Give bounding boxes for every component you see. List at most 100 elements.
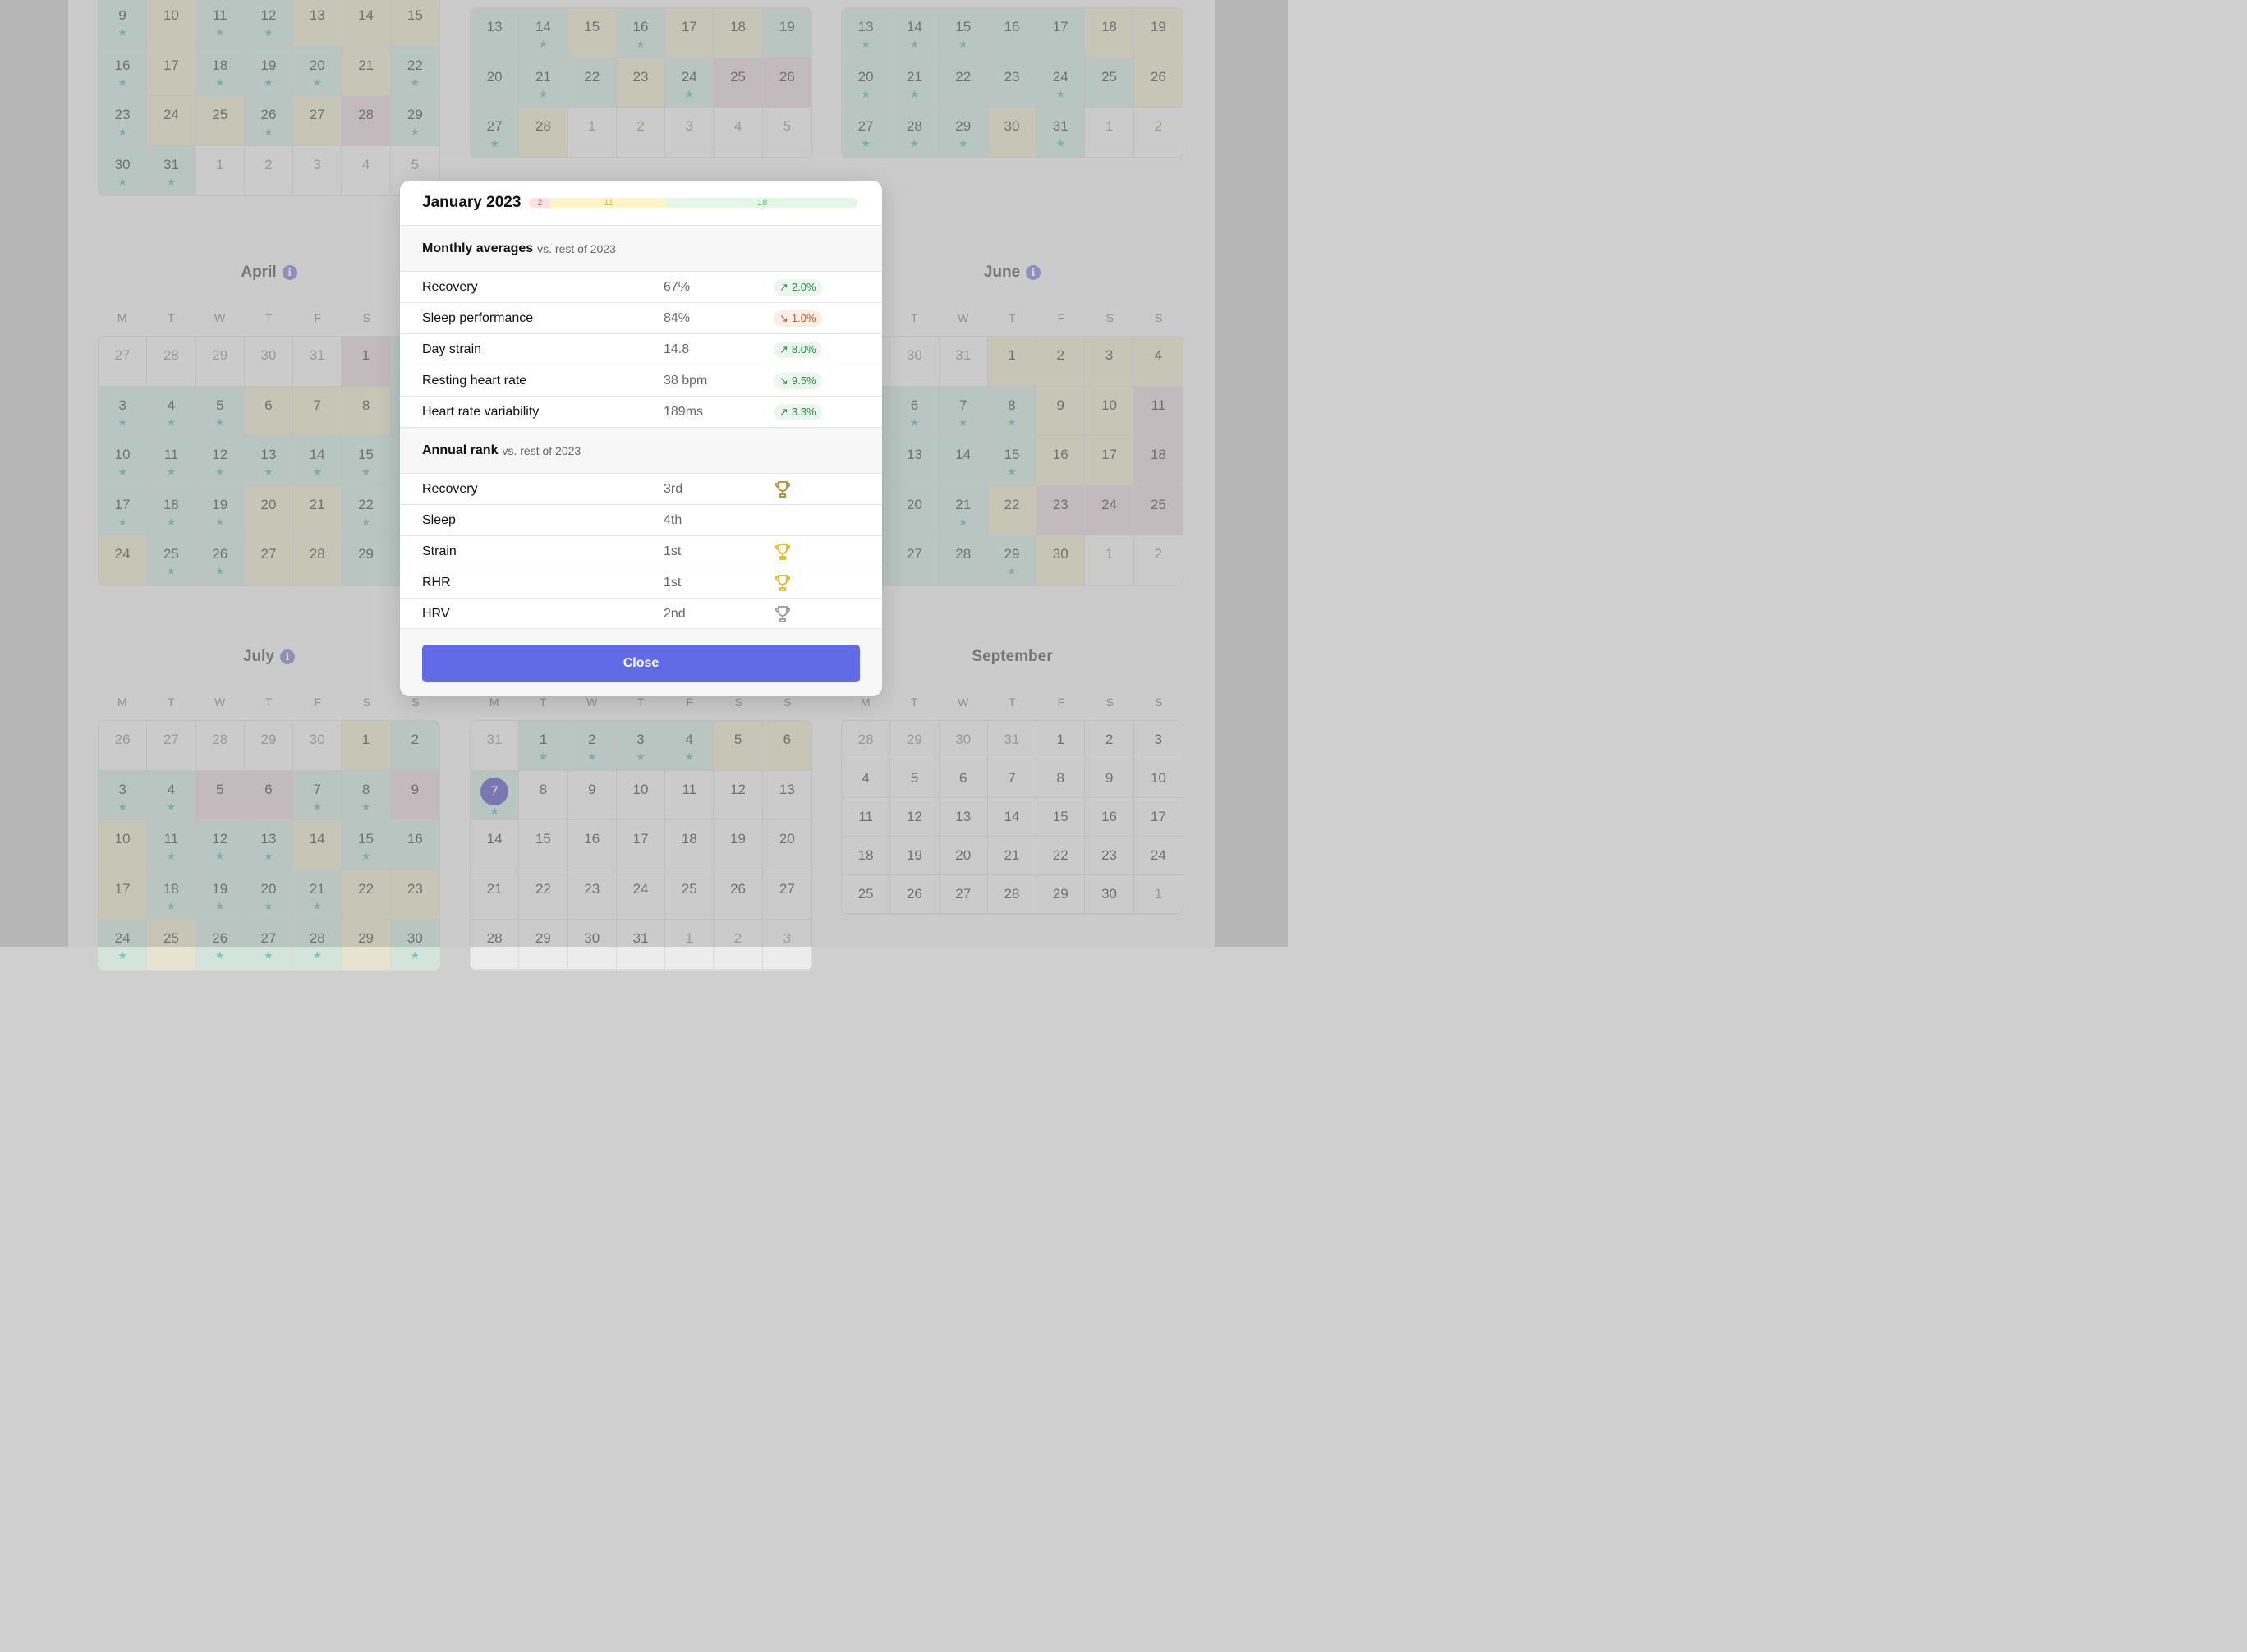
day-cell[interactable]: 24 (1133, 837, 1183, 875)
day-cell[interactable]: 1 ★ (519, 721, 568, 771)
day-cell[interactable]: 16 (567, 820, 617, 870)
day-cell[interactable]: 3 (762, 920, 811, 970)
day-cell[interactable]: 9 (567, 770, 617, 820)
day-cell[interactable]: 26 ★ (195, 920, 245, 970)
day-cell[interactable]: 3 ★ (616, 721, 666, 771)
day-cell[interactable]: 13 ★ (244, 820, 294, 870)
day-cell[interactable]: 18 ★ (147, 870, 196, 920)
day-cell[interactable]: 24 ★ (99, 920, 148, 970)
day-cell[interactable]: 21 (471, 870, 520, 920)
day-cell[interactable]: 30 (567, 920, 617, 970)
day-cell[interactable]: 26 (99, 721, 148, 771)
day-cell[interactable]: 25 (842, 875, 891, 914)
day-cell[interactable]: 19 ★ (195, 870, 245, 920)
day-cell[interactable]: 20 (939, 837, 988, 875)
day-cell[interactable]: 11 ★ (147, 820, 196, 870)
day-cell[interactable]: 5 (195, 770, 245, 820)
info-icon[interactable]: i (280, 649, 296, 664)
day-cell[interactable]: 18 (842, 837, 891, 875)
day-cell[interactable]: 27 (147, 721, 196, 771)
day-cell[interactable]: 16 (390, 820, 439, 870)
day-cell[interactable]: 7 ★ (293, 770, 342, 820)
day-cell[interactable]: 11 (665, 770, 715, 820)
day-cell[interactable]: 14 (293, 820, 342, 870)
day-cell[interactable]: 2 (390, 721, 439, 771)
day-cell[interactable]: 29 (342, 920, 391, 970)
day-cell[interactable]: 25 (147, 920, 196, 970)
day-cell[interactable]: 7 (987, 759, 1037, 798)
day-cell[interactable]: 31 (616, 920, 666, 970)
day-cell[interactable]: 28 (195, 721, 245, 771)
day-cell[interactable]: 23 (567, 870, 617, 920)
day-cell[interactable]: 8 (1036, 759, 1086, 798)
day-cell[interactable]: 25 (665, 870, 715, 920)
day-cell[interactable]: 22 (519, 870, 568, 920)
day-cell[interactable]: 15 (519, 820, 568, 870)
day-cell[interactable]: 31 (987, 721, 1037, 759)
day-cell[interactable]: 15 (1036, 798, 1086, 837)
day-cell[interactable]: 31 (471, 721, 520, 771)
day-cell[interactable]: 7 ★ (471, 770, 520, 820)
day-cell[interactable]: 6 (939, 759, 988, 798)
day-cell[interactable]: 1 (1036, 721, 1086, 759)
day-cell[interactable]: 12 (890, 798, 940, 837)
day-cell[interactable]: 28 (842, 721, 891, 759)
day-cell[interactable]: 17 (616, 820, 666, 870)
day-cell[interactable]: 13 (939, 798, 988, 837)
day-cell[interactable]: 17 (99, 870, 148, 920)
day-cell[interactable]: 10 (616, 770, 666, 820)
day-cell[interactable]: 30 (1085, 875, 1134, 914)
day-cell[interactable]: 22 (342, 870, 391, 920)
day-cell[interactable]: 23 (390, 870, 439, 920)
day-cell[interactable]: 28 (471, 920, 520, 970)
day-cell[interactable]: 24 (616, 870, 666, 920)
day-cell[interactable]: 27 (762, 870, 811, 920)
day-cell[interactable]: 3 (1133, 721, 1183, 759)
day-cell[interactable]: 19 (890, 837, 940, 875)
day-cell[interactable]: 19 (714, 820, 763, 870)
day-cell[interactable]: 10 (99, 820, 148, 870)
day-cell[interactable]: 2 (714, 920, 763, 970)
day-cell[interactable]: 1 (342, 721, 391, 771)
day-cell[interactable]: 16 (1085, 798, 1134, 837)
day-cell[interactable]: 29 (1036, 875, 1086, 914)
day-cell[interactable]: 14 (987, 798, 1037, 837)
day-cell[interactable]: 5 (714, 721, 763, 771)
day-cell[interactable]: 20 ★ (244, 870, 294, 920)
day-cell[interactable]: 9 (1085, 759, 1134, 798)
day-cell[interactable]: 6 (762, 721, 811, 771)
day-cell[interactable]: 8 ★ (342, 770, 391, 820)
day-cell[interactable]: 30 ★ (390, 920, 439, 970)
day-cell[interactable]: 1 (1133, 875, 1183, 914)
day-cell[interactable]: 15 ★ (342, 820, 391, 870)
day-cell[interactable]: 21 ★ (293, 870, 342, 920)
day-cell[interactable]: 12 ★ (195, 820, 245, 870)
day-cell[interactable]: 30 (293, 721, 342, 771)
day-cell[interactable]: 9 (390, 770, 439, 820)
day-cell[interactable]: 29 (519, 920, 568, 970)
day-cell[interactable]: 26 (714, 870, 763, 920)
day-cell[interactable]: 28 ★ (293, 920, 342, 970)
day-cell[interactable]: 29 (890, 721, 940, 759)
day-cell[interactable]: 26 (890, 875, 940, 914)
day-cell[interactable]: 20 (762, 820, 811, 870)
day-cell[interactable]: 22 (1036, 837, 1086, 875)
day-cell[interactable]: 4 (842, 759, 891, 798)
day-cell[interactable]: 29 (244, 721, 294, 771)
day-cell[interactable]: 23 (1085, 837, 1134, 875)
day-cell[interactable]: 3 ★ (99, 770, 148, 820)
day-cell[interactable]: 4 ★ (147, 770, 196, 820)
day-cell[interactable]: 13 (762, 771, 811, 820)
day-cell[interactable]: 1 (665, 920, 715, 970)
day-cell[interactable]: 27 ★ (244, 920, 294, 970)
day-cell[interactable]: 27 (939, 875, 988, 914)
day-cell[interactable]: 11 (842, 798, 891, 837)
day-cell[interactable]: 18 (665, 820, 715, 870)
day-cell[interactable]: 30 (939, 721, 988, 759)
day-cell[interactable]: 17 (1133, 798, 1183, 837)
day-cell[interactable]: 28 (987, 875, 1037, 914)
day-cell[interactable]: 10 (1133, 759, 1183, 798)
day-cell[interactable]: 5 (890, 759, 940, 798)
day-cell[interactable]: 14 (471, 820, 520, 870)
close-button[interactable]: Close (422, 645, 860, 682)
